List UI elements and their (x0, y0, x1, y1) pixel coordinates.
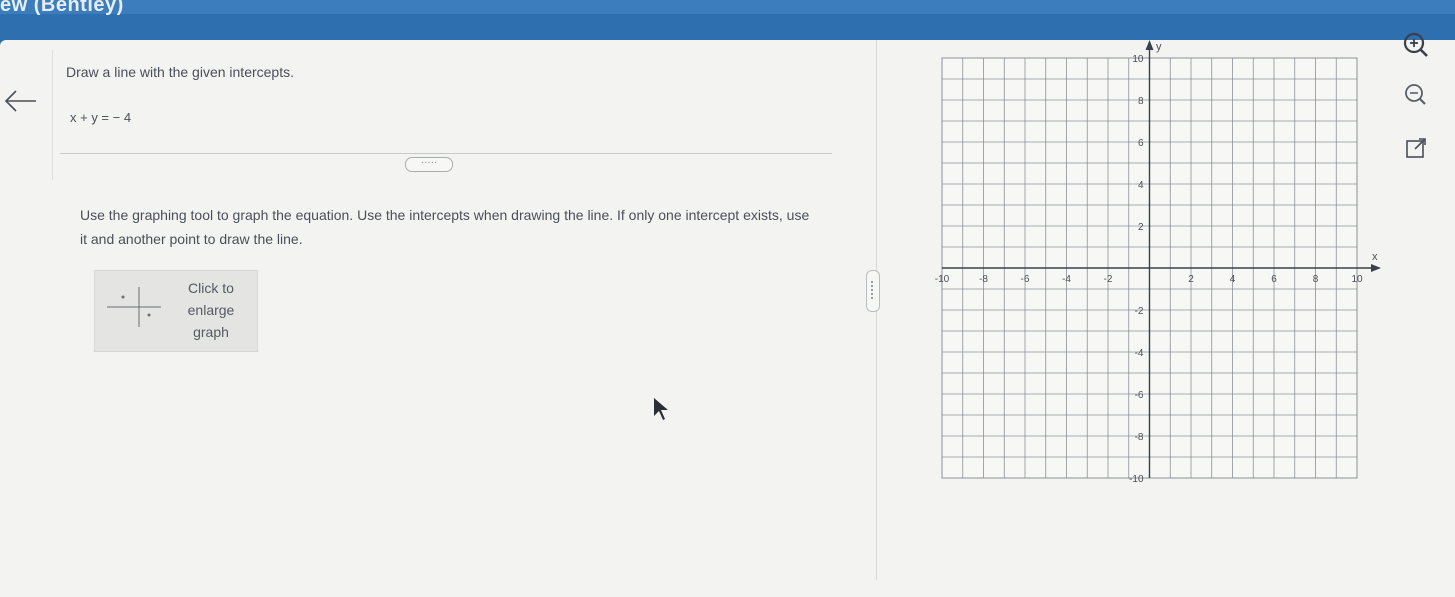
resize-handle[interactable] (866, 270, 880, 312)
y-tick-label: -2 (1135, 306, 1144, 317)
enlarge-line-3: graph (193, 324, 229, 340)
left-arrow-icon[interactable] (2, 88, 38, 114)
zoom-out-button[interactable] (1394, 76, 1438, 116)
y-tick-label: 4 (1138, 180, 1144, 191)
coordinate-graph[interactable]: -10 -8 -6 -4 -2 2 4 6 8 10 10 8 6 4 2 -2 -4 -6 -8 -10 y x (930, 38, 1385, 488)
y-tick-label: 8 (1138, 96, 1144, 107)
y-tick-label: 2 (1138, 222, 1144, 233)
y-axis-arrow (1145, 40, 1154, 50)
x-tick-label: 2 (1188, 274, 1194, 285)
x-tick-label: 8 (1313, 274, 1319, 285)
window-title: ew (Bentley) (0, 0, 124, 16)
header-strip (0, 0, 1455, 14)
x-tick-label: -2 (1104, 274, 1113, 285)
x-axis-arrow (1371, 264, 1381, 272)
question-prompt: Draw a line with the given intercepts. (66, 64, 294, 80)
enlarge-line-2: enlarge (187, 302, 235, 318)
enlarge-graph-button[interactable]: Click to enlarge graph (94, 270, 258, 352)
x-tick-label: -8 (979, 274, 988, 285)
zoom-in-button[interactable] (1394, 26, 1438, 66)
graph-svg[interactable]: -10 -8 -6 -4 -2 2 4 6 8 10 10 8 6 4 2 -2 -4 -6 -8 -10 y x (930, 38, 1385, 488)
x-tick-label: -4 (1062, 274, 1071, 285)
y-axis-label: y (1156, 41, 1162, 53)
divider (60, 153, 832, 154)
x-tick-label: -6 (1021, 274, 1030, 285)
popout-icon (1406, 138, 1426, 158)
x-tick-label: 4 (1230, 274, 1236, 285)
enlarge-label: Click to enlarge graph (171, 277, 251, 343)
y-tick-label: 10 (1132, 54, 1144, 65)
more-button[interactable]: ····· (405, 157, 453, 172)
popout-button[interactable] (1394, 128, 1438, 168)
x-tick-label: -10 (935, 274, 950, 285)
mouse-cursor-icon (652, 396, 670, 422)
left-rule (52, 50, 53, 180)
instructions: Use the graphing tool to graph the equat… (80, 207, 810, 247)
x-tick-label: 10 (1351, 274, 1363, 285)
y-tick-label: -10 (1129, 474, 1144, 485)
x-axis-label: x (1372, 251, 1378, 263)
y-tick-label: -8 (1135, 432, 1144, 443)
y-tick-label: 6 (1138, 138, 1144, 149)
x-tick-label: 6 (1271, 274, 1277, 285)
zoom-out-icon (1405, 84, 1426, 105)
y-tick-label: -6 (1135, 390, 1144, 401)
zoom-in-icon (1403, 32, 1428, 57)
mini-graph-icon (103, 281, 165, 329)
enlarge-line-1: Click to (188, 280, 234, 296)
y-tick-label: -4 (1135, 348, 1144, 359)
drag-dots-icon (871, 281, 876, 299)
equation: x + y = − 4 (70, 110, 132, 125)
